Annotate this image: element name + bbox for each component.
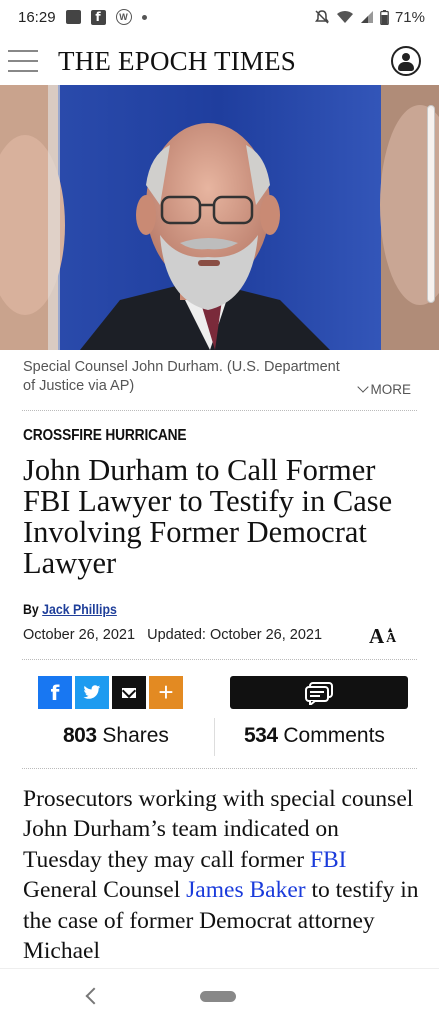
caption-more-button[interactable]: MORE	[356, 381, 412, 397]
divider	[22, 659, 417, 660]
facebook-share-button[interactable]: f	[38, 676, 72, 709]
masthead-logo[interactable]: THE EPOCH TIMES	[58, 46, 296, 77]
battery-icon	[380, 9, 389, 25]
body-text-2: General Counsel	[23, 877, 187, 904]
comments-number: 534	[244, 724, 278, 747]
app-header: THE EPOCH TIMES	[0, 34, 439, 88]
back-icon[interactable]	[85, 987, 103, 1005]
divider	[22, 410, 417, 411]
by-label: By	[23, 601, 39, 617]
battery-percent: 71%	[394, 8, 425, 26]
fbi-link[interactable]: FBI	[310, 847, 347, 873]
email-share-button[interactable]	[112, 676, 146, 709]
durham-photo	[0, 85, 439, 350]
comments-button[interactable]	[230, 676, 408, 709]
stats-divider	[214, 718, 215, 756]
wifi-icon	[336, 10, 353, 23]
divider	[22, 768, 417, 769]
mute-icon	[314, 10, 329, 24]
shares-label: Shares	[102, 724, 169, 747]
shares-number: 803	[63, 724, 97, 747]
font-size-button[interactable]: A A	[369, 623, 396, 648]
article-dates: October 26, 2021 Updated: October 26, 20…	[23, 627, 322, 643]
gallery-notification-icon	[65, 10, 81, 24]
facebook-notification-icon: f	[90, 9, 106, 25]
more-share-button[interactable]: +	[149, 676, 183, 709]
status-time: 16:29	[18, 8, 56, 26]
browser-notification-icon: W	[115, 9, 132, 25]
chevron-down-icon	[356, 381, 369, 393]
share-buttons: f +	[38, 676, 183, 709]
james-baker-link[interactable]: James Baker	[186, 877, 305, 903]
menu-icon[interactable]	[8, 50, 38, 72]
hero-image[interactable]	[0, 85, 439, 350]
comments-icon	[305, 681, 333, 705]
comments-label: Comments	[283, 724, 385, 747]
status-bar: 16:29 f W 71%	[0, 0, 439, 34]
updated-date: Updated: October 26, 2021	[147, 627, 323, 643]
font-size-large-icon: A	[369, 624, 385, 648]
image-caption: Special Counsel John Durham. (U.S. Depar…	[23, 359, 340, 394]
shares-count: 803 Shares	[63, 724, 169, 748]
article-body-paragraph: Prosecutors working with special counsel…	[23, 784, 423, 966]
body-text-1: Prosecutors working with special counsel…	[23, 786, 414, 873]
article-headline: John Durham to Call Former FBI Lawyer to…	[23, 453, 393, 580]
more-notifications-icon	[141, 14, 147, 20]
account-icon[interactable]	[391, 46, 421, 76]
facebook-icon: f	[50, 680, 60, 705]
font-size-small-icon: A	[386, 623, 396, 646]
twitter-share-button[interactable]	[75, 676, 109, 709]
publish-date: October 26, 2021	[23, 627, 136, 643]
byline: By Jack Phillips	[23, 601, 117, 617]
article-kicker[interactable]: CROSSFIRE HURRICANE	[23, 427, 187, 445]
scrollbar-thumb[interactable]	[427, 105, 435, 303]
email-icon	[122, 687, 136, 698]
more-label: MORE	[370, 382, 412, 397]
twitter-icon	[83, 685, 101, 699]
system-nav-bar	[0, 968, 439, 1024]
plus-icon: +	[158, 677, 174, 707]
comments-count[interactable]: 534 Comments	[244, 724, 385, 748]
author-link[interactable]: Jack Phillips	[42, 601, 117, 617]
signal-icon	[360, 11, 373, 23]
home-pill[interactable]	[200, 991, 236, 1002]
